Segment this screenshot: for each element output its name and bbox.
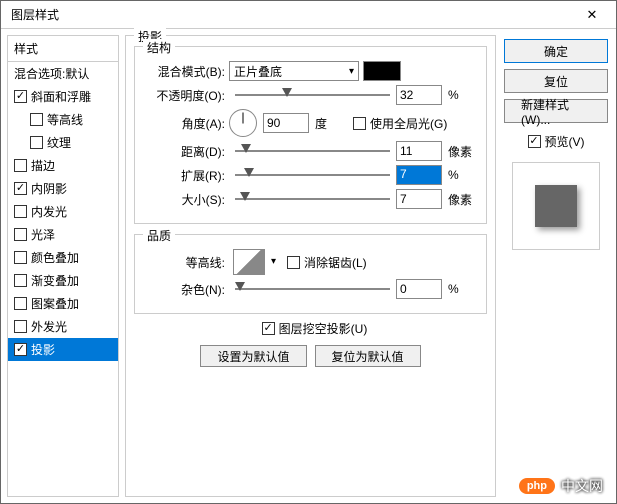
opacity-slider[interactable] [235,85,390,105]
checkbox-icon: ✓ [14,90,27,103]
sidebar-item-label: 内阴影 [31,180,67,197]
global-light-checkbox[interactable]: 使用全局光(G) [353,115,447,132]
size-input[interactable] [396,189,442,209]
spread-label: 扩展(R): [143,167,229,184]
sidebar-item-label: 纹理 [47,134,71,151]
sidebar-item-label: 渐变叠加 [31,272,79,289]
preview-shape [535,185,577,227]
sidebar-item-label: 投影 [31,341,55,358]
preview-box [512,162,600,250]
checkbox-icon [14,228,27,241]
watermark: php 中文网 [519,476,603,496]
settings-panel: 投影 结构 混合模式(B): 正片叠底▾ 不透明度(O): [125,35,496,497]
preview-checkbox[interactable]: ✓ 预览(V) [504,133,608,150]
titlebar: 图层样式 ✕ [1,1,616,29]
sidebar-item-4[interactable]: ✓ 内阴影 [8,177,118,200]
chevron-down-icon: ▾ [271,256,276,267]
quality-group: 品质 等高线: ▾ 消除锯齿(L) 杂色(N): % [134,234,487,314]
sidebar-item-label: 光泽 [31,226,55,243]
checkbox-icon [30,136,43,149]
blend-mode-select[interactable]: 正片叠底▾ [229,61,359,81]
knockout-checkbox[interactable]: ✓ 图层挖空投影(U) [262,320,368,337]
chevron-down-icon: ▾ [349,66,354,77]
sidebar-item-11[interactable]: ✓ 投影 [8,338,118,361]
sidebar-item-5[interactable]: 内发光 [8,200,118,223]
action-column: 确定 复位 新建样式(W)... ✓ 预览(V) [502,35,610,497]
checkbox-icon [14,320,27,333]
sidebar-item-label: 描边 [31,157,55,174]
checkbox-icon [30,113,43,126]
sidebar-item-label: 内发光 [31,203,67,220]
blending-options[interactable]: 混合选项:默认 [8,62,118,85]
noise-label: 杂色(N): [143,281,229,298]
ok-button[interactable]: 确定 [504,39,608,63]
style-sidebar: 样式 混合选项:默认 ✓ 斜面和浮雕等高线纹理描边 ✓ 内阴影内发光光泽颜色叠加渐变叠… [7,35,119,497]
distance-slider[interactable] [235,141,390,161]
size-label: 大小(S): [143,191,229,208]
reset-default-button[interactable]: 复位为默认值 [315,345,421,367]
distance-input[interactable] [396,141,442,161]
noise-input[interactable] [396,279,442,299]
angle-input[interactable] [263,113,309,133]
close-button[interactable]: ✕ [572,1,612,28]
checkbox-icon [14,205,27,218]
sidebar-item-1[interactable]: 等高线 [8,108,118,131]
checkbox-icon [14,159,27,172]
sidebar-item-3[interactable]: 描边 [8,154,118,177]
sidebar-item-9[interactable]: 图案叠加 [8,292,118,315]
checkbox-icon [14,251,27,264]
shadow-color-swatch[interactable] [363,61,401,81]
blend-mode-label: 混合模式(B): [143,63,229,80]
window-title: 图层样式 [11,6,572,23]
contour-picker[interactable]: ▾ [233,249,265,275]
size-slider[interactable] [235,189,390,209]
noise-slider[interactable] [235,279,390,299]
sidebar-header: 样式 [8,36,118,62]
checkbox-icon: ✓ [14,343,27,356]
contour-label: 等高线: [143,254,229,271]
sidebar-item-0[interactable]: ✓ 斜面和浮雕 [8,85,118,108]
sidebar-item-6[interactable]: 光泽 [8,223,118,246]
make-default-button[interactable]: 设置为默认值 [200,345,306,367]
checkbox-icon [14,274,27,287]
cancel-button[interactable]: 复位 [504,69,608,93]
structure-group: 结构 混合模式(B): 正片叠底▾ 不透明度(O): % [134,46,487,224]
spread-input[interactable]: 7 [396,165,442,185]
antialias-checkbox[interactable]: 消除锯齿(L) [287,254,367,271]
sidebar-item-label: 等高线 [47,111,83,128]
sidebar-item-10[interactable]: 外发光 [8,315,118,338]
sidebar-item-label: 图案叠加 [31,295,79,312]
sidebar-item-label: 外发光 [31,318,67,335]
distance-label: 距离(D): [143,143,229,160]
angle-label: 角度(A): [143,115,229,132]
opacity-label: 不透明度(O): [143,87,229,104]
layer-style-dialog: 图层样式 ✕ 样式 混合选项:默认 ✓ 斜面和浮雕等高线纹理描边 ✓ 内阴影内发光光泽… [0,0,617,504]
sidebar-item-8[interactable]: 渐变叠加 [8,269,118,292]
opacity-input[interactable] [396,85,442,105]
spread-slider[interactable] [235,165,390,185]
checkbox-icon: ✓ [14,182,27,195]
sidebar-item-label: 斜面和浮雕 [31,88,91,105]
sidebar-item-2[interactable]: 纹理 [8,131,118,154]
checkbox-icon [14,297,27,310]
sidebar-item-7[interactable]: 颜色叠加 [8,246,118,269]
angle-dial[interactable] [229,109,257,137]
new-style-button[interactable]: 新建样式(W)... [504,99,608,123]
sidebar-item-label: 颜色叠加 [31,249,79,266]
